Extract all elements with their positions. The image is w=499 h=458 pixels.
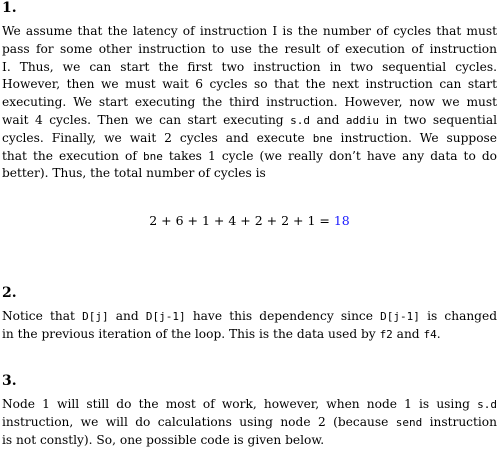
document-page: 1. We assume that the latency of instruc… <box>0 0 499 458</box>
paragraph-line: better). Thus, the total number of cycle… <box>2 166 266 181</box>
text-run: instruction. We suppose <box>332 130 498 145</box>
paragraph-line: wait 4 cycles. Then we can start executi… <box>2 112 497 130</box>
text-run: takes 1 cycle (we really don’t have any … <box>162 148 498 163</box>
text-run: and <box>309 112 346 127</box>
inline-code: D[j-1] <box>380 310 420 323</box>
text-run: wait 4 cycles. Then we can start executi… <box>2 112 291 127</box>
text-run: have this dependency since <box>185 309 381 323</box>
inline-code: bne <box>142 149 163 163</box>
inline-code: bne <box>312 131 333 145</box>
inline-code: send <box>395 415 423 429</box>
paragraph-line: pass for some other instruction to use t… <box>2 41 497 56</box>
paragraph-line: is not constly). So, one possible code i… <box>2 432 325 447</box>
section-3-paragraph: Node 1 will still do the most of work, h… <box>2 396 497 449</box>
section-2-paragraph: Notice that D[j] and D[j-1] have this de… <box>2 308 497 344</box>
inline-code: s.d <box>290 113 310 127</box>
inline-code: D[j-1] <box>145 310 186 323</box>
paragraph-line: cycles. Finally, we wait 2 cycles and ex… <box>2 130 497 148</box>
text-run: in the previous iteration of the loop. T… <box>2 326 380 341</box>
text-run: Node 1 will still do the most of work, h… <box>2 397 478 411</box>
text-run: that the execution of <box>2 148 143 163</box>
paragraph-line: Node 1 will still do the most of work, h… <box>2 396 497 414</box>
paragraph-line: Notice that D[j] and D[j-1] have this de… <box>2 308 497 326</box>
text-run: . <box>436 326 441 341</box>
paragraph-line: I. Thus, we can start the first two inst… <box>2 59 497 74</box>
paragraph-line: However, then we must wait 6 cycles so t… <box>2 77 497 92</box>
section-3-heading: 3. <box>2 373 17 389</box>
text-run: Notice that <box>2 309 83 323</box>
inline-code: f2 <box>379 327 393 341</box>
equation-result: 18 <box>333 213 350 228</box>
section-2-heading: 2. <box>2 285 17 301</box>
inline-code: s.d <box>477 398 497 411</box>
inline-code: f4 <box>423 327 437 341</box>
text-run: is changed <box>419 309 498 323</box>
paragraph-line: executing. We start executing the third … <box>2 95 497 110</box>
text-run: instruction <box>422 414 497 429</box>
cycle-count-equation: 2 + 6 + 1 + 4 + 2 + 2 + 1 = 18 <box>0 212 499 230</box>
paragraph-line: in the previous iteration of the loop. T… <box>2 326 497 344</box>
section-1-heading: 1. <box>2 0 17 16</box>
paragraph-line: instruction, we will do calculations usi… <box>2 414 497 432</box>
text-run: instruction, we will do calculations usi… <box>2 414 396 429</box>
paragraph-line: We assume that the latency of instructio… <box>2 24 497 38</box>
inline-code: D[j] <box>82 310 109 323</box>
text-run: and <box>108 309 146 323</box>
equation-expression: 2 + 6 + 1 + 4 + 2 + 2 + 1 = <box>149 213 334 228</box>
inline-code: addiu <box>345 113 379 127</box>
paragraph-line: that the execution of bne takes 1 cycle … <box>2 148 497 166</box>
text-run: in two sequential <box>378 112 497 127</box>
text-run: and <box>392 326 424 341</box>
section-1-paragraph: We assume that the latency of instructio… <box>2 23 497 183</box>
text-run: cycles. Finally, we wait 2 cycles and ex… <box>2 130 313 145</box>
